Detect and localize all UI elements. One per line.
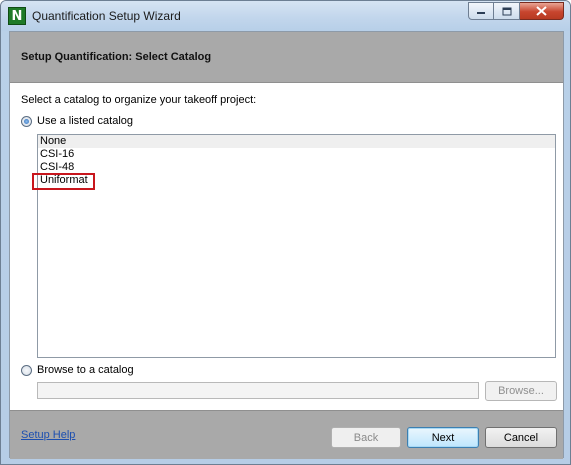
- use-listed-catalog-option[interactable]: Use a listed catalog: [21, 115, 133, 127]
- back-button[interactable]: Back: [331, 427, 401, 448]
- use-listed-catalog-label: Use a listed catalog: [37, 115, 133, 127]
- catalog-list-item[interactable]: CSI-48: [38, 161, 555, 174]
- app-icon: N: [8, 7, 26, 25]
- page-title: Setup Quantification: Select Catalog: [21, 51, 212, 63]
- app-icon-letter: N: [11, 8, 23, 24]
- wizard-client-area: Setup Quantification: Select Catalog Sel…: [9, 31, 564, 459]
- catalog-list-item[interactable]: Uniformat: [38, 174, 555, 187]
- catalog-list-item[interactable]: None: [38, 135, 555, 148]
- setup-help-link[interactable]: Setup Help: [21, 429, 75, 441]
- caption-buttons: [468, 2, 564, 20]
- minimize-button[interactable]: [468, 2, 494, 20]
- browse-catalog-label: Browse to a catalog: [37, 364, 134, 376]
- maximize-button[interactable]: [494, 2, 520, 20]
- wizard-header: Setup Quantification: Select Catalog: [10, 32, 563, 83]
- title-bar[interactable]: N Quantification Setup Wizard: [1, 1, 570, 31]
- browse-catalog-option[interactable]: Browse to a catalog: [21, 364, 134, 376]
- catalog-list[interactable]: None CSI-16 CSI-48 Uniformat: [37, 134, 556, 358]
- catalog-path-field[interactable]: [37, 382, 479, 399]
- catalog-list-item[interactable]: CSI-16: [38, 148, 555, 161]
- radio-checked-icon[interactable]: [21, 115, 32, 127]
- highlight-annotation-box: [32, 173, 95, 190]
- wizard-footer: Setup Help Back Next Cancel: [10, 410, 563, 459]
- maximize-icon: [502, 7, 511, 15]
- close-icon: [536, 6, 547, 16]
- next-button[interactable]: Next: [407, 427, 479, 448]
- close-button[interactable]: [520, 2, 564, 20]
- browse-button[interactable]: Browse...: [485, 381, 557, 401]
- wizard-window: N Quantification Setup Wizard Setup Quan…: [0, 0, 571, 465]
- radio-unchecked-icon[interactable]: [21, 364, 32, 376]
- minimize-icon: [477, 12, 485, 14]
- instruction-text: Select a catalog to organize your takeof…: [21, 94, 257, 106]
- window-title: Quantification Setup Wizard: [32, 9, 181, 23]
- cancel-button[interactable]: Cancel: [485, 427, 557, 448]
